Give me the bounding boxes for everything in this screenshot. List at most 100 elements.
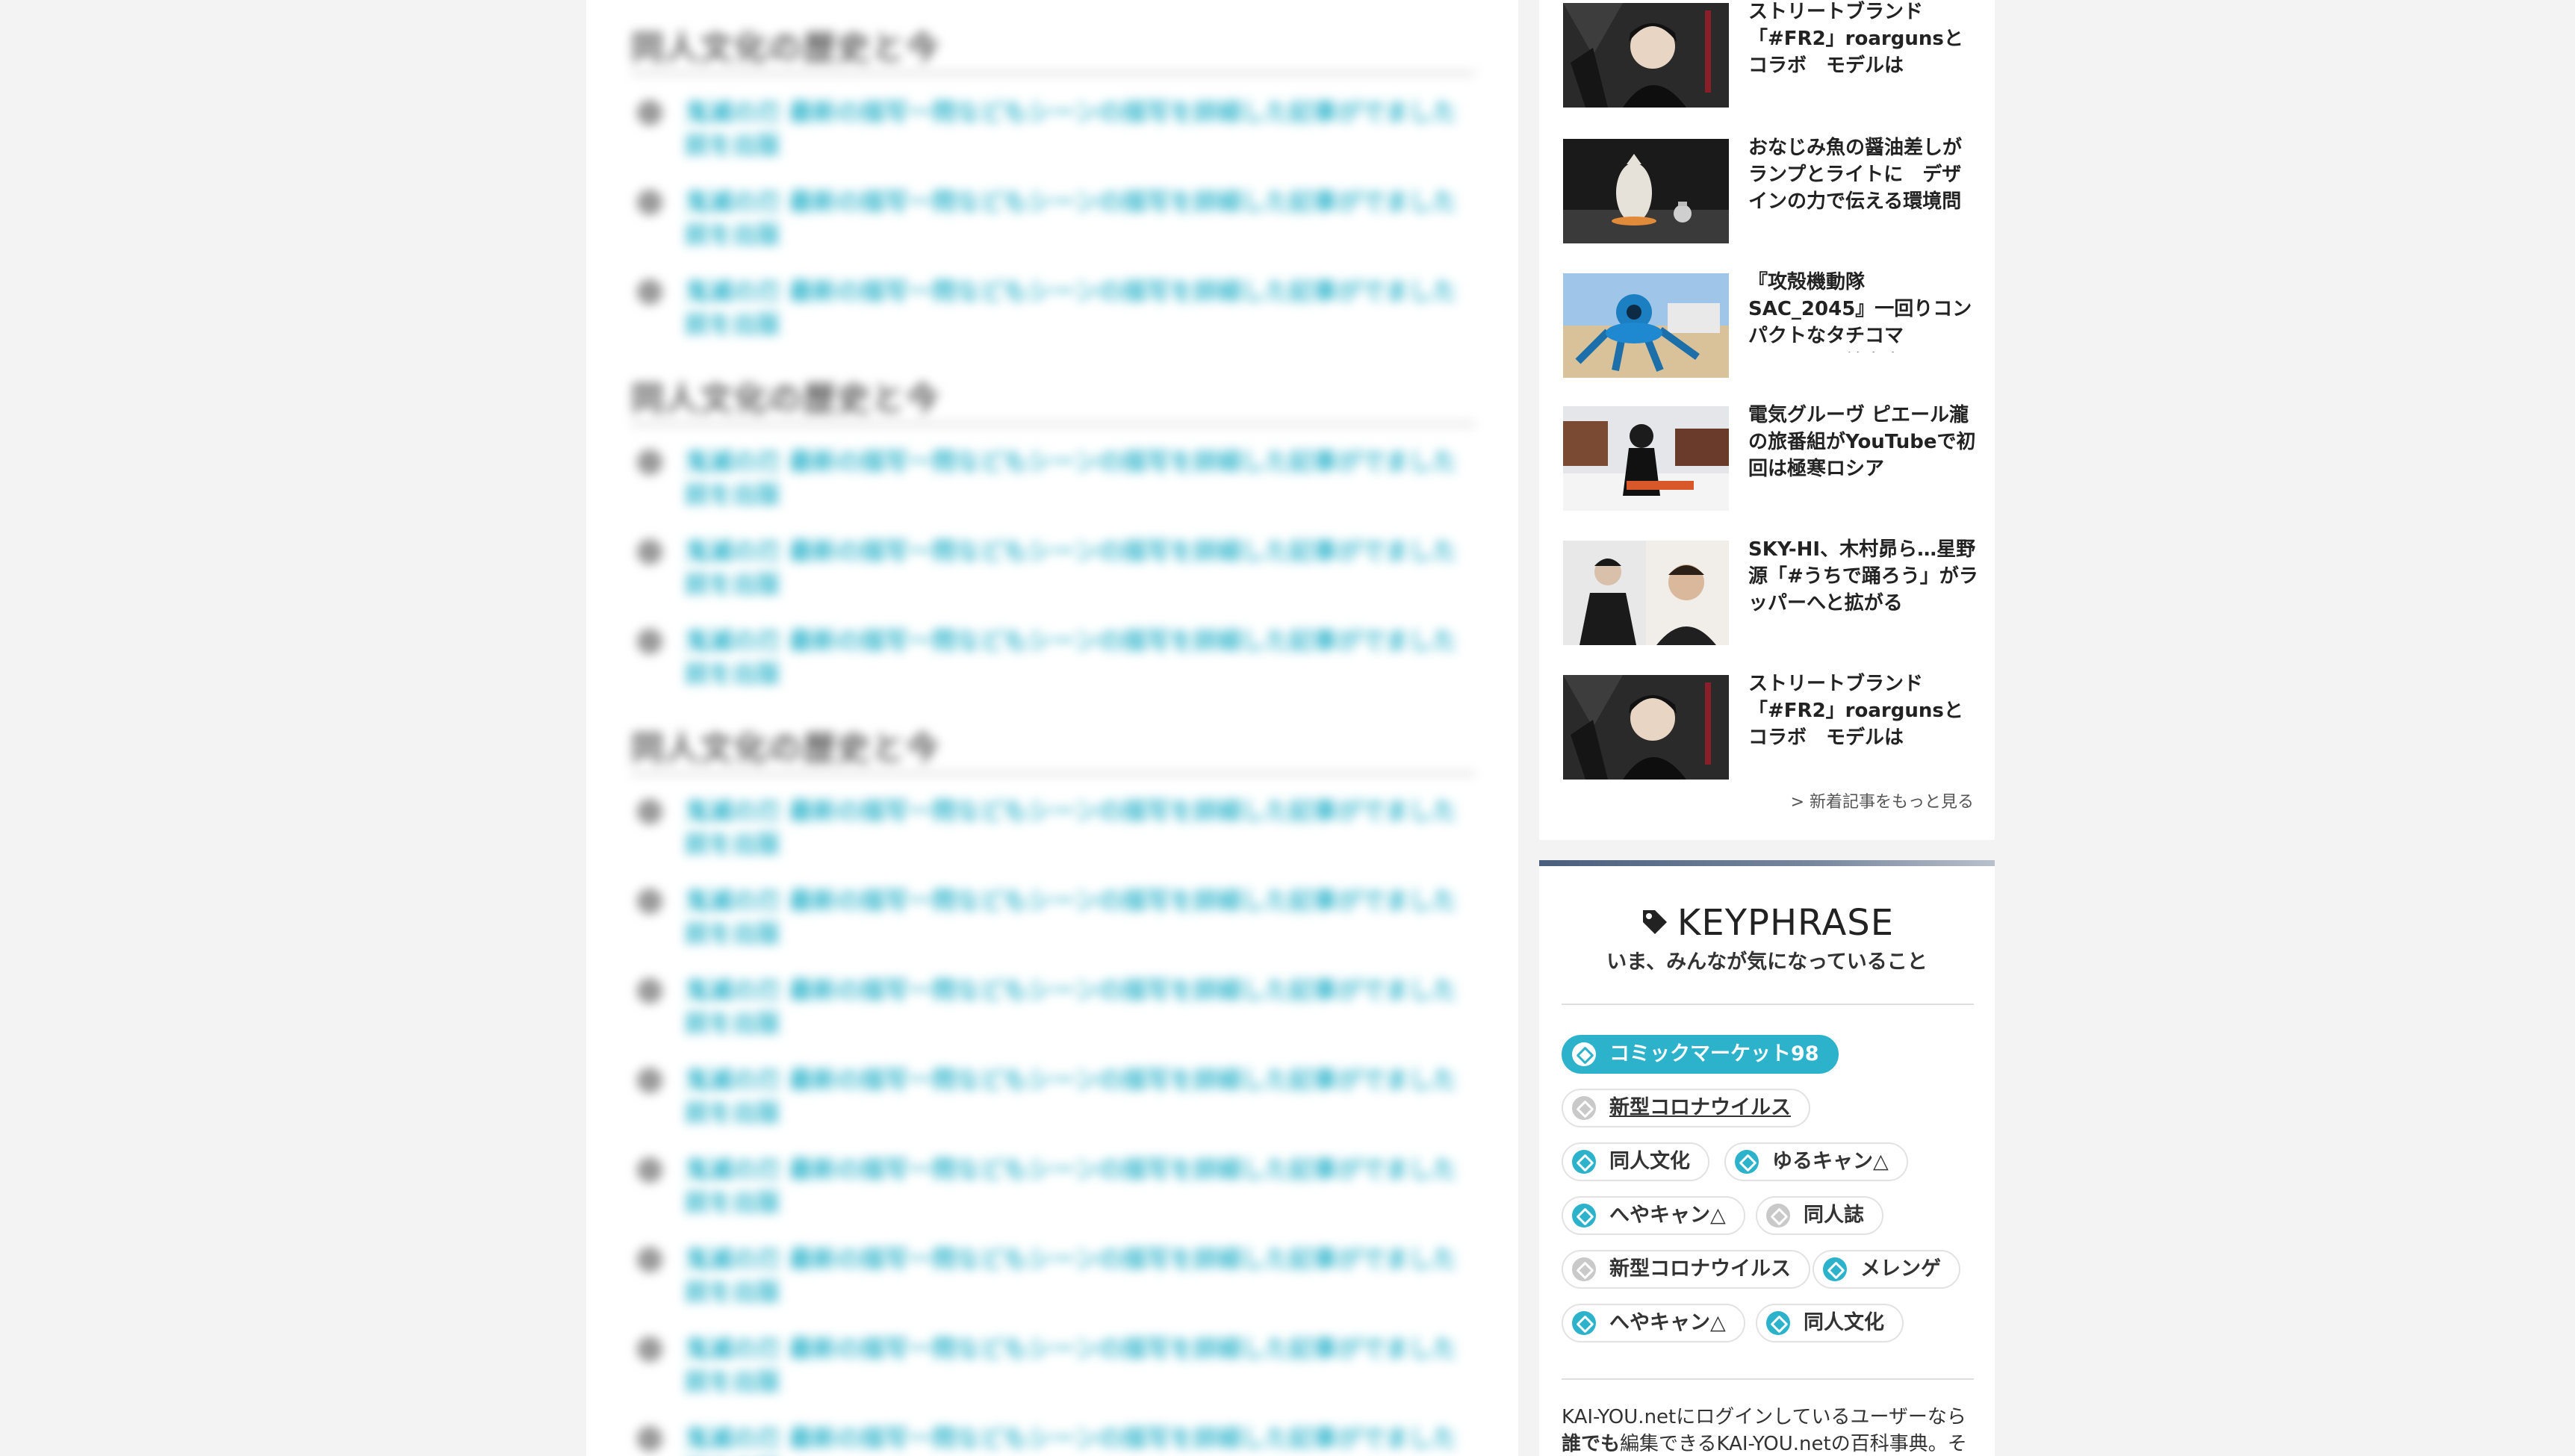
news-item[interactable]: SKY-HI、木村昴ら…星野源「#うちで踊ろう」がラッパーへと拡がる: [1563, 538, 1978, 645]
list-item-link[interactable]: 鬼滅の刃 最新の描写一問などもシーンの描写を詳細した記事がでました説を出版: [685, 275, 1469, 340]
list-item[interactable]: 鬼滅の刃 最新の描写一問などもシーンの描写を詳細した記事がでました説を出版: [631, 96, 1475, 170]
list-item[interactable]: 鬼滅の刃 最新の描写一問などもシーンの描写を詳細した記事がでました説を出版: [631, 884, 1475, 959]
bullet-icon: [637, 889, 662, 914]
list-item[interactable]: 鬼滅の刃 最新の描写一問などもシーンの描写を詳細した記事がでました説を出版: [631, 974, 1475, 1048]
tag-label: へやキャン△: [1609, 1311, 1726, 1334]
keyphrase-tag[interactable]: 同人文化: [1756, 1304, 1904, 1343]
tag-icon: [1640, 904, 1670, 946]
list-item-link[interactable]: 鬼滅の刃 最新の描写一問などもシーンの描写を詳細した記事がでました説を出版: [685, 1332, 1469, 1398]
section-heading: 同人文化の歴史と今: [631, 29, 940, 67]
list-item[interactable]: 鬼滅の刃 最新の描写一問などもシーンの描写を詳細した記事がでました説を出版: [631, 445, 1475, 520]
list-item[interactable]: 鬼滅の刃 最新の描写一問などもシーンの描写を詳細した記事がでました説を出版: [631, 1332, 1475, 1407]
keyphrase-tag[interactable]: 同人文化: [1562, 1142, 1709, 1181]
bullet-icon: [637, 539, 662, 564]
keyphrase-tag[interactable]: 新型コロナウイルス: [1562, 1089, 1810, 1127]
bullet-icon: [637, 1426, 662, 1452]
news-title-link[interactable]: 『攻殻機動隊 SAC_2045』一回りコンパクトなタチコマTwitterで絵文字…: [1748, 269, 1980, 352]
keyphrase-tag[interactable]: 新型コロナウイルス: [1562, 1250, 1810, 1289]
keyphrase-tag[interactable]: ゆるキャン△: [1724, 1142, 1908, 1181]
news-thumbnail-snow-man[interactable]: [1563, 406, 1729, 511]
list-item-link[interactable]: 鬼滅の刃 最新の描写一問などもシーンの描写を詳細した記事がでました説を出版: [685, 884, 1469, 950]
keyphrase-title: KEYPHRASE: [1539, 902, 1995, 946]
news-title-link[interactable]: 電気グルーヴ ピエール瀧の旅番組がYouTubeで初回は極寒ロシア: [1748, 402, 1980, 485]
list-item-link[interactable]: 鬼滅の刃 最新の描写一問などもシーンの描写を詳細した記事がでました説を出版: [685, 1063, 1469, 1129]
list-item[interactable]: 鬼滅の刃 最新の描写一問などもシーンの描写を詳細した記事がでました説を出版: [631, 535, 1475, 609]
tag-icon: [1572, 1042, 1596, 1066]
more-news-link[interactable]: > 新着記事をもっと見る: [1791, 788, 1974, 812]
sidebar-divider: [1539, 860, 1995, 866]
bullet-icon: [637, 1337, 662, 1362]
keyphrase-tag[interactable]: へやキャン△: [1562, 1196, 1745, 1235]
list-item-link[interactable]: 鬼滅の刃 最新の描写一問などもシーンの描写を詳細した記事がでました説を出版: [685, 96, 1469, 161]
news-thumbnail-woman[interactable]: [1563, 3, 1729, 108]
keyphrase-tag[interactable]: へやキャン△: [1562, 1304, 1745, 1343]
list-item[interactable]: 鬼滅の刃 最新の描写一問などもシーンの描写を詳細した記事がでました説を出版: [631, 624, 1475, 699]
tag-label: ゆるキャン△: [1772, 1150, 1889, 1173]
bullet-icon: [637, 1247, 662, 1272]
keyphrase-description: KAI-YOU.netにログインしているユーザーなら誰でも編集できるKAI-YO…: [1562, 1404, 1980, 1456]
list-item[interactable]: 鬼滅の刃 最新の描写一問などもシーンの描写を詳細した記事がでました説を出版: [631, 1063, 1475, 1138]
list-item[interactable]: 鬼滅の刃 最新の描写一問などもシーンの描写を詳細した記事がでました説を出版: [631, 185, 1475, 260]
news-item[interactable]: おなじみ魚の醤油差しがランプとライトに デザインの力で伝える環境問題: [1563, 137, 1974, 243]
keyphrase-tag[interactable]: コミックマーケット98: [1562, 1035, 1839, 1074]
news-item[interactable]: 『攻殻機動隊 SAC_2045』一回りコンパクトなタチコマTwitterで絵文字…: [1563, 271, 1974, 378]
bullet-icon: [637, 629, 662, 654]
list-item[interactable]: 鬼滅の刃 最新の描写一問などもシーンの描写を詳細した記事がでました説を出版: [631, 1242, 1475, 1317]
list-item-link[interactable]: 鬼滅の刃 最新の描写一問などもシーンの描写を詳細した記事がでました説を出版: [685, 974, 1469, 1039]
divider: [1562, 1378, 1974, 1380]
news-thumbnail-woman[interactable]: [1563, 675, 1729, 780]
keyphrase-tag[interactable]: メレンゲ: [1813, 1250, 1960, 1289]
keyphrase-subtitle: いま、みんなが気になっていること: [1606, 951, 1928, 974]
bullet-icon: [637, 449, 662, 475]
tag-icon: [1823, 1257, 1847, 1281]
tag-icon: [1572, 1311, 1596, 1335]
list-item[interactable]: 鬼滅の刃 最新の描写一問などもシーンの描写を詳細した記事がでました説を出版: [631, 275, 1475, 349]
list-item-link[interactable]: 鬼滅の刃 最新の描写一問などもシーンの描写を詳細した記事がでました説を出版: [685, 445, 1469, 511]
news-item[interactable]: ストリートブランド「#FR2」roargunsとコラボ モデルはAqours…: [1563, 1, 1974, 108]
list-item-link[interactable]: 鬼滅の刃 最新の描写一問などもシーンの描写を詳細した記事がでました説を出版: [685, 1422, 1469, 1456]
section-heading: 同人文化の歴史と今: [631, 729, 940, 768]
desc-emphasis: 誰でも: [1562, 1433, 1621, 1455]
divider: [1562, 1004, 1974, 1005]
section-rule: [631, 772, 1475, 775]
tag-label: 同人文化: [1609, 1150, 1690, 1173]
section-rule: [631, 423, 1475, 426]
tag-label: コミックマーケット98: [1609, 1042, 1819, 1065]
news-item[interactable]: ストリートブランド「#FR2」roargunsとコラボ モデルはAqours…: [1563, 673, 1974, 780]
bullet-icon: [637, 190, 662, 215]
list-item[interactable]: 鬼滅の刃 最新の描写一問などもシーンの描写を詳細した記事がでました説を出版: [631, 1422, 1475, 1456]
list-item-link[interactable]: 鬼滅の刃 最新の描写一問などもシーンの描写を詳細した記事がでました説を出版: [685, 624, 1469, 690]
news-title-link[interactable]: ストリートブランド「#FR2」roargunsとコラボ モデルはAqours…: [1748, 0, 1980, 82]
news-item[interactable]: 電気グルーヴ ピエール瀧の旅番組がYouTubeで初回は極寒ロシア: [1563, 404, 1975, 511]
news-title-link[interactable]: SKY-HI、木村昴ら…星野源「#うちで踊ろう」がラッパーへと拡がる: [1748, 536, 1980, 620]
tag-icon: [1766, 1204, 1790, 1228]
news-title-link[interactable]: ストリートブランド「#FR2」roargunsとコラボ モデルはAqours…: [1748, 671, 1980, 754]
keyphrase-title-text: KEYPHRASE: [1677, 902, 1895, 944]
tag-label: 同人文化: [1804, 1311, 1884, 1334]
tag-icon: [1572, 1257, 1596, 1281]
keyphrase-tag[interactable]: 同人誌: [1756, 1196, 1883, 1235]
sidebar-news-panel: ストリートブランド「#FR2」roargunsとコラボ モデルはAqours… …: [1539, 0, 1995, 840]
list-item[interactable]: 鬼滅の刃 最新の描写一問などもシーンの描写を詳細した記事がでました説を出版: [631, 1153, 1475, 1228]
news-thumbnail-tachikoma[interactable]: [1563, 273, 1729, 378]
news-thumbnail-two-men[interactable]: [1563, 541, 1729, 645]
list-item-link[interactable]: 鬼滅の刃 最新の描写一問などもシーンの描写を詳細した記事がでました説を出版: [685, 1242, 1469, 1308]
desc-text: KAI-YOU.netにログインしているユーザーなら: [1562, 1406, 1966, 1428]
keyphrase-panel: KEYPHRASE いま、みんなが気になっていること コミックマーケット98 新…: [1539, 866, 1995, 1456]
section-heading: 同人文化の歴史と今: [631, 380, 940, 418]
tag-label: へやキャン△: [1609, 1204, 1726, 1227]
list-item-link[interactable]: 鬼滅の刃 最新の描写一問などもシーンの描写を詳細した記事がでました説を出版: [685, 794, 1469, 860]
tag-icon: [1572, 1150, 1596, 1174]
tag-icon: [1572, 1204, 1596, 1228]
section-rule: [631, 72, 1475, 75]
tag-label: 新型コロナウイルス: [1609, 1257, 1791, 1281]
list-item-link[interactable]: 鬼滅の刃 最新の描写一問などもシーンの描写を詳細した記事がでました説を出版: [685, 185, 1469, 251]
list-item-link[interactable]: 鬼滅の刃 最新の描写一問などもシーンの描写を詳細した記事がでました説を出版: [685, 535, 1469, 600]
news-thumbnail-fish-lamp[interactable]: [1563, 139, 1729, 243]
bullet-icon: [637, 978, 662, 1004]
news-title-link[interactable]: おなじみ魚の醤油差しがランプとライトに デザインの力で伝える環境問題: [1748, 134, 1980, 218]
list-item-link[interactable]: 鬼滅の刃 最新の描写一問などもシーンの描写を詳細した記事がでました説を出版: [685, 1153, 1469, 1219]
list-item[interactable]: 鬼滅の刃 最新の描写一問などもシーンの描写を詳細した記事がでました説を出版: [631, 794, 1475, 869]
bullet-icon: [637, 279, 662, 305]
tag-icon: [1766, 1311, 1790, 1335]
